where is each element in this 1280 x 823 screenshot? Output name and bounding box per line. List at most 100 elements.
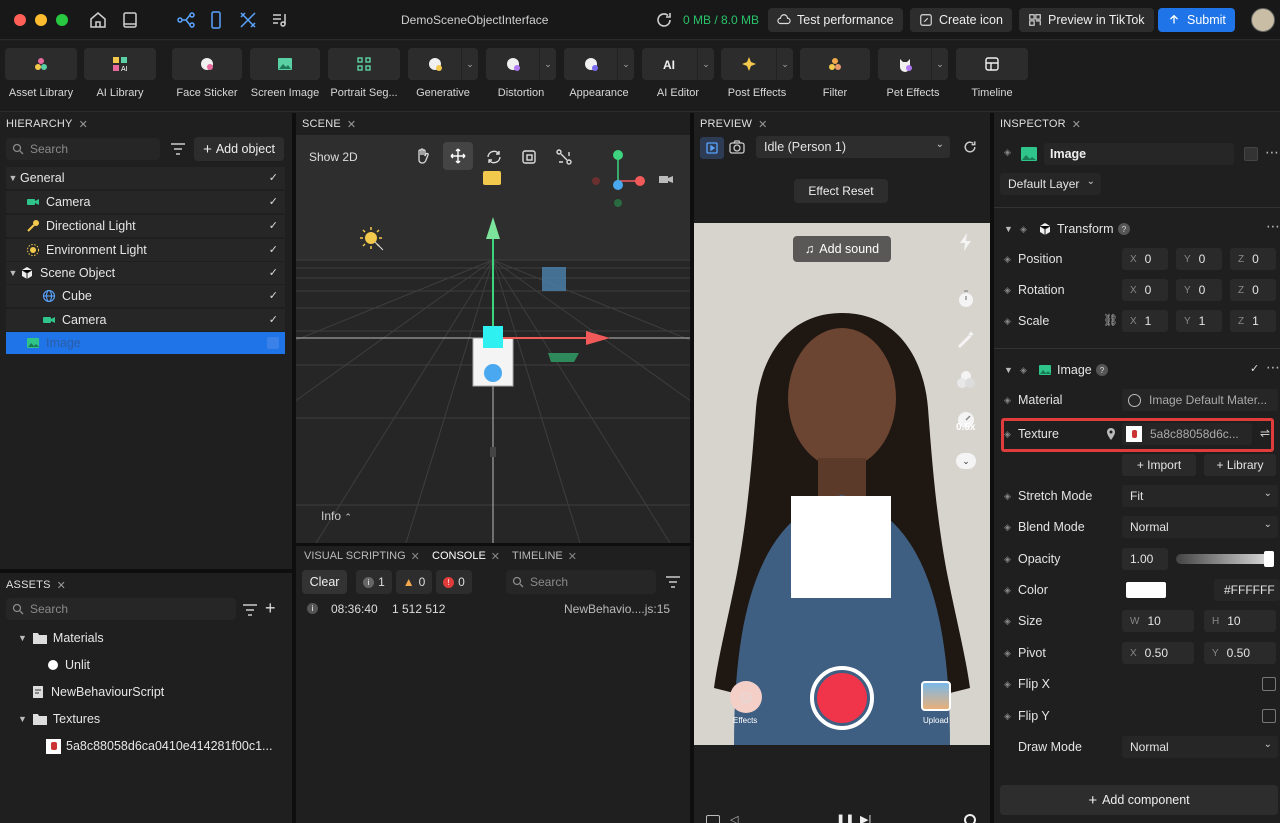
home-icon[interactable] xyxy=(88,10,108,30)
info-toggle[interactable]: Info ⌃ xyxy=(321,509,352,523)
texture-settings-icon[interactable]: ⇌ xyxy=(1260,426,1270,440)
hierarchy-item-directional-light[interactable]: Directional Light ✓ xyxy=(6,215,285,237)
effect-reset-button[interactable]: Effect Reset xyxy=(794,179,888,203)
chevron-down-icon[interactable]: ⌄ xyxy=(776,48,793,80)
screen-icon[interactable] xyxy=(706,815,720,823)
chevron-down-icon[interactable]: ⌄ xyxy=(931,48,948,80)
rotation-z-field[interactable]: Z0 xyxy=(1230,279,1276,301)
asset-texture-file[interactable]: 5a8c88058d6ca0410e414281f00c1... xyxy=(46,736,272,756)
phone-icon[interactable] xyxy=(206,10,226,30)
tools-icon[interactable] xyxy=(238,10,258,30)
hierarchy-item-environment-light[interactable]: Environment Light ✓ xyxy=(6,239,285,261)
visibility-check-icon[interactable]: ✓ xyxy=(269,195,278,208)
tool-timeline[interactable]: Timeline xyxy=(956,48,1028,108)
visibility-check-icon[interactable]: ✓ xyxy=(269,243,278,256)
close-icon[interactable]: ✕ xyxy=(491,550,500,563)
scale-x-field[interactable]: X1 xyxy=(1122,310,1168,332)
test-performance-button[interactable]: Test performance xyxy=(768,8,903,32)
warning-filter-button[interactable]: ▲ 0 xyxy=(396,570,432,594)
chevron-down-icon[interactable]: ▼ xyxy=(6,173,20,183)
effects-button[interactable]: ☺ xyxy=(730,681,762,713)
layer-select[interactable]: Default Layer ⌄ xyxy=(1000,173,1101,195)
hierarchy-tab[interactable]: HIERARCHY ✕ xyxy=(0,113,88,135)
visibility-checkbox[interactable] xyxy=(267,337,279,349)
hierarchy-search-input[interactable]: Search xyxy=(6,138,160,160)
chevron-down-icon[interactable]: ▼ xyxy=(18,633,27,643)
close-icon[interactable]: ✕ xyxy=(347,118,356,131)
filter-icon[interactable] xyxy=(665,576,681,588)
upload-button[interactable] xyxy=(921,681,951,711)
window-minimize-button[interactable] xyxy=(35,14,47,26)
position-x-field[interactable]: X0 xyxy=(1122,248,1168,270)
hierarchy-item-camera-2[interactable]: Camera ✓ xyxy=(6,309,285,331)
more-icon[interactable]: ⋯ xyxy=(1266,218,1280,235)
tool-appearance[interactable]: ⌄ Appearance xyxy=(564,48,634,108)
scale-y-field[interactable]: Y1 xyxy=(1176,310,1222,332)
magic-wand-icon[interactable] xyxy=(955,329,977,351)
rotation-x-field[interactable]: X0 xyxy=(1122,279,1168,301)
visibility-check-icon[interactable]: ✓ xyxy=(269,266,278,279)
close-icon[interactable]: ✕ xyxy=(758,118,767,131)
move-tool-button[interactable] xyxy=(443,142,473,170)
tool-pet-effects[interactable]: ⌄ Pet Effects xyxy=(878,48,948,108)
pivot-x-field[interactable]: X 0.50 xyxy=(1122,642,1194,664)
locate-pin-icon[interactable] xyxy=(1106,427,1116,441)
tab-visual-scripting[interactable]: VISUAL SCRIPTING ✕ xyxy=(304,550,420,563)
show-2d-toggle[interactable]: Show 2D xyxy=(309,150,358,164)
chevron-down-icon[interactable]: ▼ xyxy=(1004,365,1013,375)
filter-icon[interactable] xyxy=(242,604,258,616)
visibility-check-icon[interactable]: ✓ xyxy=(269,313,278,326)
chevron-down-icon[interactable]: ▼ xyxy=(1004,224,1013,234)
slider-thumb[interactable] xyxy=(1264,551,1274,567)
position-y-field[interactable]: Y0 xyxy=(1176,248,1222,270)
hand-tool-icon[interactable] xyxy=(414,147,432,165)
visibility-check-icon[interactable]: ✓ xyxy=(269,171,278,184)
info-filter-button[interactable]: i1 xyxy=(356,570,392,594)
close-icon[interactable]: ✕ xyxy=(79,118,88,131)
blend-mode-select[interactable]: Normal ⌄ xyxy=(1122,516,1278,538)
gizmo-center-cube[interactable] xyxy=(483,326,503,348)
tool-post-effects[interactable]: ⌄ Post Effects xyxy=(721,48,793,108)
window-close-button[interactable] xyxy=(14,14,26,26)
log-source-link[interactable]: NewBehavio....js:15 xyxy=(564,602,670,616)
refresh-icon[interactable] xyxy=(654,10,674,30)
inspector-tab[interactable]: INSPECTOR ✕ xyxy=(994,113,1081,135)
scene-tab[interactable]: SCENE ✕ xyxy=(296,113,690,135)
library-button[interactable]: + Library xyxy=(1204,454,1276,476)
more-options-button[interactable]: ⌄ xyxy=(956,453,976,469)
console-log-row[interactable]: i 08:36:40 1 512 512 NewBehavio....js:15 xyxy=(296,599,690,619)
object-name-input[interactable]: Image xyxy=(1044,143,1234,165)
hierarchy-item-camera[interactable]: Camera ✓ xyxy=(6,191,285,213)
record-button[interactable] xyxy=(810,666,874,730)
flip-y-checkbox[interactable] xyxy=(1262,709,1276,723)
asset-newbehaviourscript[interactable]: NewBehaviourScript xyxy=(32,682,164,702)
more-icon[interactable]: ⋯ xyxy=(1266,359,1280,376)
link-icon[interactable]: ⛓ xyxy=(1103,313,1118,327)
scene-viewport[interactable] xyxy=(296,135,690,543)
draw-mode-select[interactable]: Normal ⌄ xyxy=(1122,736,1278,758)
add-object-button[interactable]: + Add object xyxy=(194,137,284,161)
hierarchy-item-scene-object[interactable]: ▼ Scene Object ✓ xyxy=(6,262,285,284)
flip-x-checkbox[interactable] xyxy=(1262,677,1276,691)
window-zoom-button[interactable] xyxy=(56,14,68,26)
console-search-input[interactable]: Search xyxy=(506,570,656,594)
chevron-down-icon[interactable]: ▼ xyxy=(6,268,20,278)
close-icon[interactable]: ✕ xyxy=(411,550,420,563)
tab-timeline[interactable]: TIMELINE ✕ xyxy=(512,550,577,563)
console-clear-button[interactable]: Clear xyxy=(302,570,347,594)
scale-tool-icon[interactable] xyxy=(521,149,537,165)
asset-unlit[interactable]: Unlit xyxy=(48,655,90,675)
assets-tab[interactable]: ASSETS ✕ xyxy=(0,574,66,596)
rotation-y-field[interactable]: Y0 xyxy=(1176,279,1222,301)
rotate-tool-icon[interactable] xyxy=(485,149,503,165)
drag-handle-icon[interactable]: ◈ xyxy=(1004,147,1011,158)
tool-asset-library[interactable]: Asset Library xyxy=(5,48,77,108)
tool-distortion[interactable]: ⌄ Distortion xyxy=(486,48,556,108)
opacity-slider[interactable] xyxy=(1176,551,1274,567)
preview-play-icon[interactable] xyxy=(700,137,724,159)
hierarchy-item-image-selected[interactable]: Image xyxy=(6,332,285,354)
chevron-down-icon[interactable]: ⌄ xyxy=(461,48,478,80)
error-filter-button[interactable]: ! 0 xyxy=(436,570,472,594)
close-icon[interactable]: ✕ xyxy=(568,550,577,563)
chevron-down-icon[interactable]: ⌄ xyxy=(697,48,714,80)
